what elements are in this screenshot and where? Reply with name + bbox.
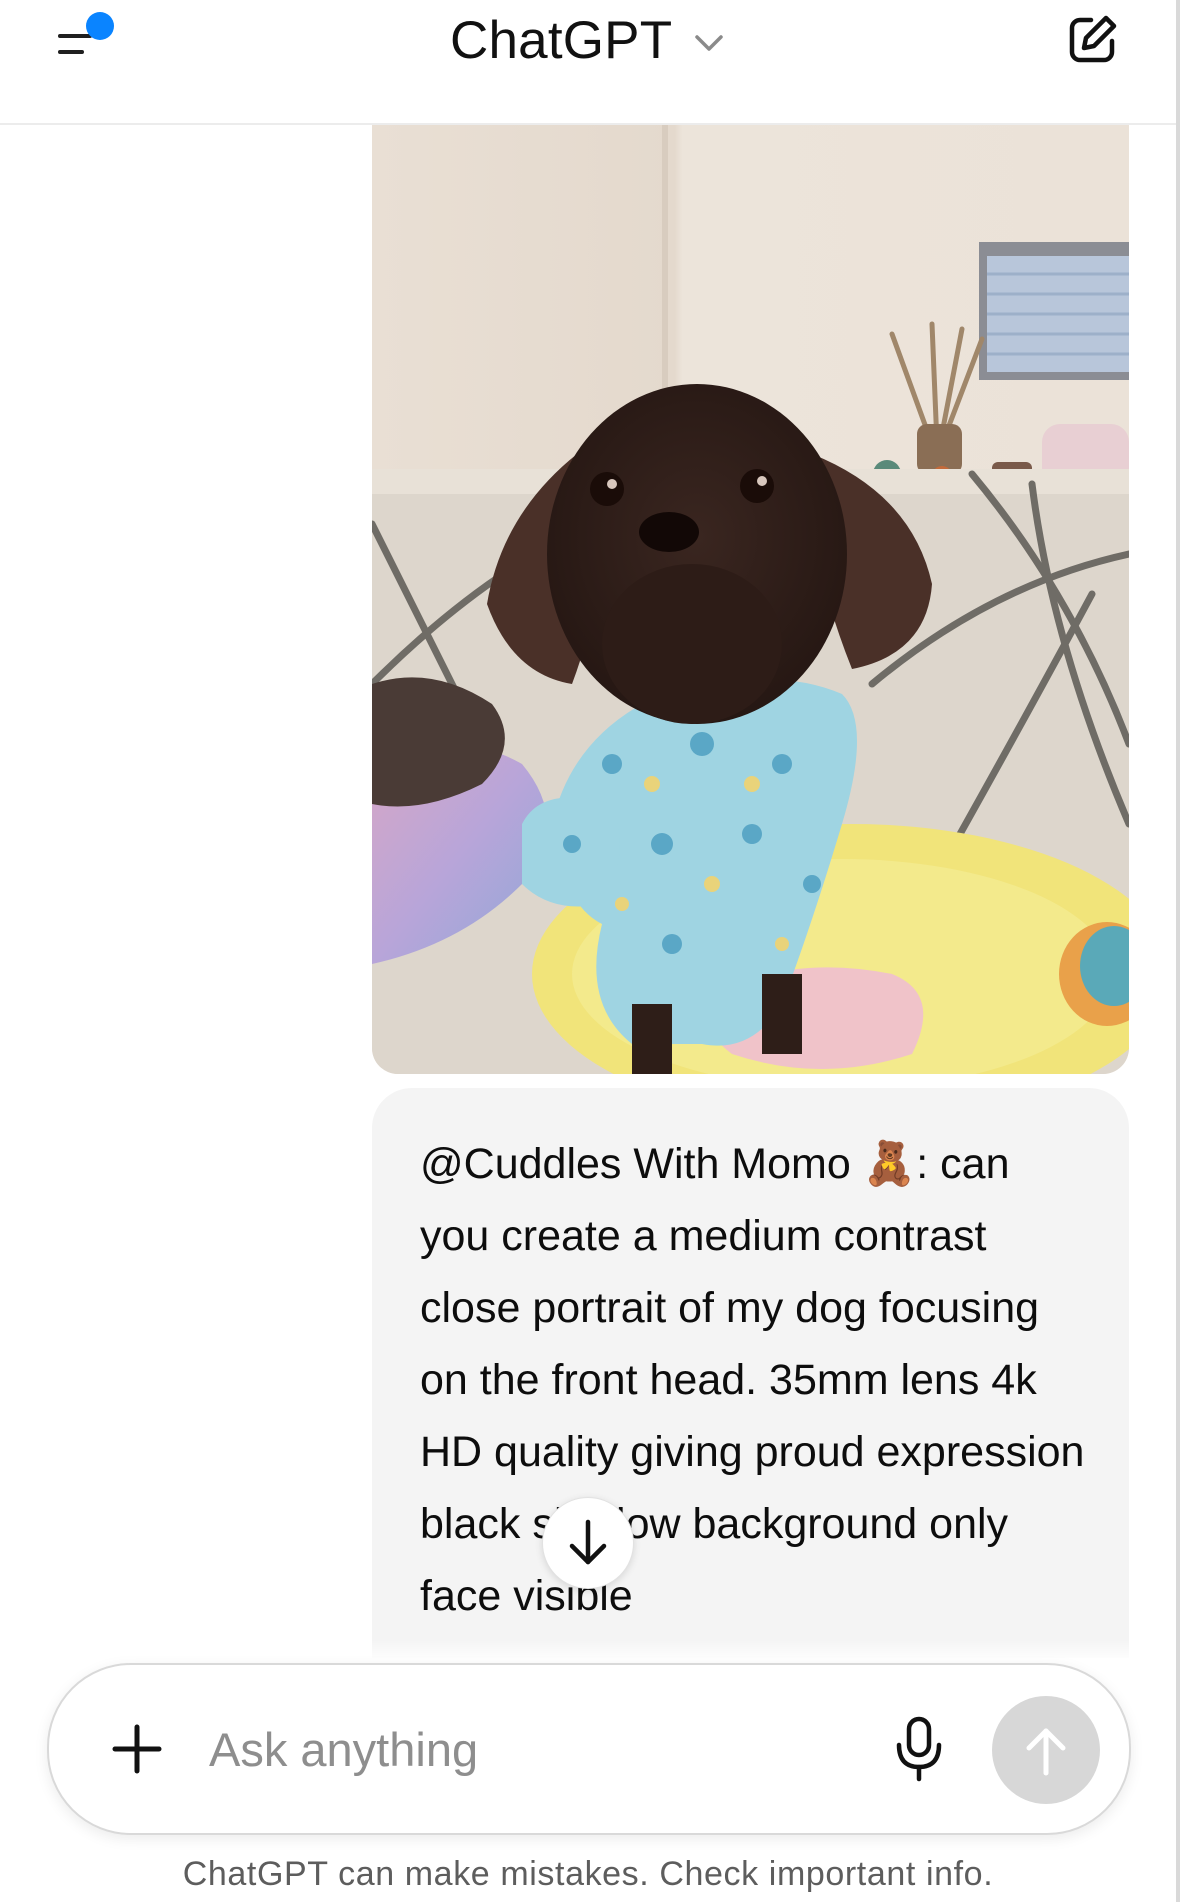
arrow-up-icon: [1026, 1728, 1066, 1776]
sidebar-menu-button[interactable]: [48, 10, 128, 70]
chat-screen: ChatGPT @Cuddles With Momo 🧸: can you cr…: [0, 0, 1180, 1902]
dog-photo-illustration: [372, 124, 1129, 1074]
notification-dot: [86, 12, 114, 40]
add-attachment-button[interactable]: [105, 1717, 169, 1781]
user-uploaded-photo[interactable]: [372, 124, 1129, 1074]
disclaimer-text: ChatGPT can make mistakes. Check importa…: [182, 1855, 994, 1893]
message-composer[interactable]: [47, 1663, 1131, 1835]
message-input[interactable]: [209, 1709, 729, 1789]
scroll-to-bottom-button[interactable]: [542, 1497, 634, 1589]
model-title: ChatGPT: [450, 10, 673, 70]
send-button[interactable]: [992, 1696, 1100, 1804]
top-bar: ChatGPT: [0, 0, 1176, 125]
mention-tag[interactable]: @Cuddles With Momo 🧸:: [420, 1140, 928, 1188]
microphone-icon: [896, 1716, 942, 1782]
arrow-down-icon: [569, 1519, 607, 1565]
plus-icon: [112, 1724, 162, 1774]
compose-icon: [1069, 15, 1117, 63]
menu-line-bottom: [58, 50, 84, 54]
message-body: can you create a medium contrast close p…: [420, 1140, 1085, 1620]
chevron-down-icon: [695, 35, 724, 51]
model-selector[interactable]: ChatGPT: [450, 8, 724, 72]
new-chat-button[interactable]: [1064, 12, 1120, 68]
voice-input-button[interactable]: [889, 1715, 949, 1783]
menu-line-top: [58, 34, 92, 38]
user-message-text: @Cuddles With Momo 🧸: can you create a m…: [420, 1128, 1090, 1632]
scroll-indicator: [1176, 0, 1180, 1902]
